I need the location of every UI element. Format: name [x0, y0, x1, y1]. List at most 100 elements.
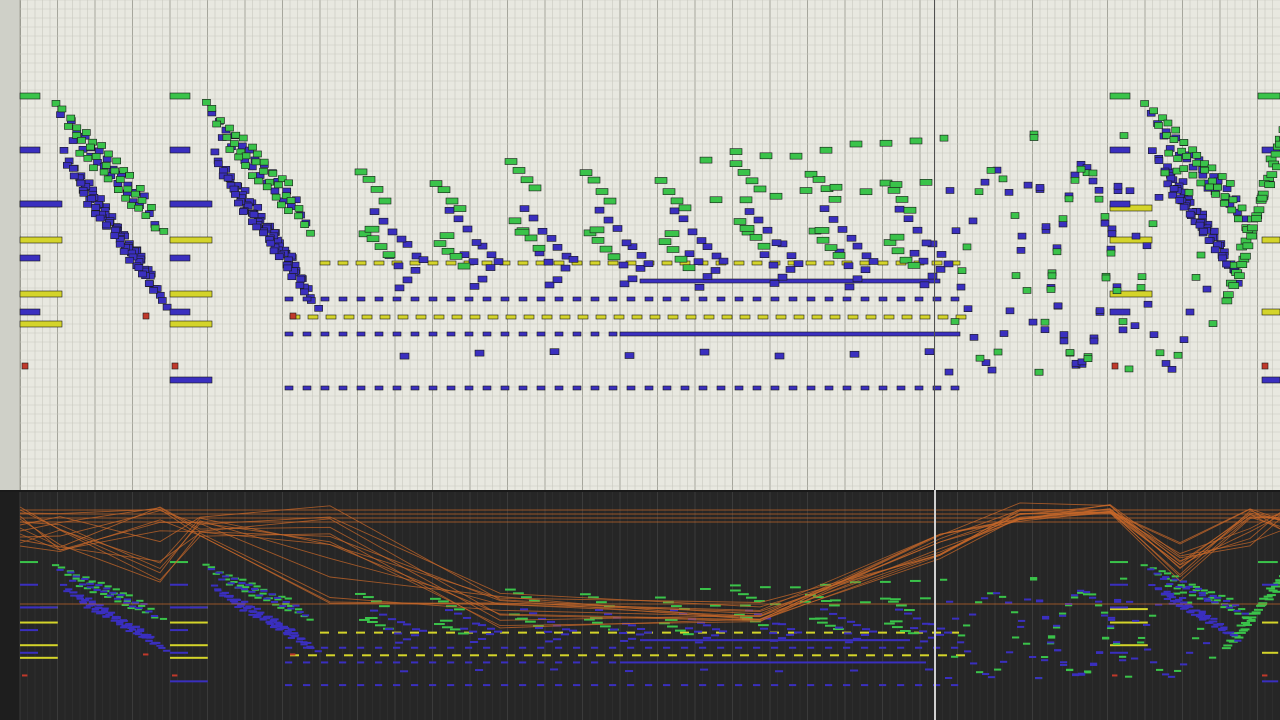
note-green[interactable] — [587, 176, 601, 184]
note-blue[interactable] — [786, 252, 797, 259]
note-blue[interactable] — [612, 225, 623, 232]
note-green[interactable] — [1154, 122, 1163, 129]
note-blue[interactable] — [1210, 227, 1219, 235]
note-green[interactable] — [974, 188, 984, 195]
note-blue[interactable] — [287, 273, 297, 281]
note-blue[interactable] — [950, 385, 960, 391]
note-green[interactable] — [1225, 180, 1235, 187]
note-yellow[interactable] — [829, 314, 841, 320]
note-blue[interactable] — [320, 385, 330, 391]
note-blue[interactable] — [338, 385, 348, 391]
note-blue[interactable] — [1095, 307, 1105, 314]
note-yellow[interactable] — [505, 314, 517, 320]
note-green[interactable] — [123, 185, 133, 193]
note-green[interactable] — [1222, 291, 1234, 298]
note-blue[interactable] — [680, 296, 690, 302]
note-green[interactable] — [670, 197, 684, 205]
note-blue[interactable] — [914, 385, 924, 391]
note-blue[interactable] — [1218, 254, 1227, 262]
note-blue[interactable] — [314, 305, 323, 312]
note-blue[interactable] — [302, 385, 312, 391]
note-blue[interactable] — [716, 296, 726, 302]
note-green[interactable] — [433, 240, 447, 247]
note-blue[interactable] — [1154, 157, 1164, 164]
note-green[interactable] — [1149, 107, 1158, 115]
note-blue[interactable] — [234, 199, 243, 207]
note-green[interactable] — [589, 226, 605, 234]
note-blue[interactable] — [752, 296, 762, 302]
note-blue[interactable] — [544, 281, 555, 289]
note-blue[interactable] — [777, 273, 788, 281]
note-blue[interactable] — [774, 352, 785, 360]
note-blue[interactable] — [1035, 184, 1045, 191]
note-green[interactable] — [1046, 286, 1056, 293]
note-yellow[interactable] — [469, 314, 481, 320]
note-green[interactable] — [1109, 92, 1131, 100]
note-green[interactable] — [103, 175, 113, 183]
note-blue[interactable] — [693, 258, 704, 266]
note-blue[interactable] — [1016, 247, 1026, 254]
note-green[interactable] — [1207, 164, 1217, 172]
note-green[interactable] — [306, 229, 315, 237]
note-green[interactable] — [903, 206, 917, 214]
note-green[interactable] — [77, 137, 86, 144]
note-blue[interactable] — [626, 385, 636, 391]
note-yellow[interactable] — [865, 314, 877, 320]
note-green[interactable] — [1164, 149, 1174, 157]
note-yellow[interactable] — [613, 314, 625, 320]
note-green[interactable] — [674, 255, 688, 263]
note-green[interactable] — [1211, 191, 1220, 198]
note-green[interactable] — [814, 227, 830, 234]
note-green[interactable] — [254, 177, 263, 185]
note-yellow[interactable] — [877, 260, 889, 266]
note-green[interactable] — [131, 190, 140, 198]
note-yellow[interactable] — [1261, 308, 1280, 316]
note-blue[interactable] — [500, 331, 510, 337]
note-green[interactable] — [66, 114, 76, 122]
note-yellow[interactable] — [307, 314, 319, 320]
note-blue[interactable] — [999, 330, 1009, 337]
note-green[interactable] — [753, 185, 767, 193]
note-blue[interactable] — [1107, 230, 1117, 238]
note-blue[interactable] — [134, 264, 144, 271]
note-green[interactable] — [1148, 220, 1158, 228]
note-green[interactable] — [1155, 349, 1165, 357]
note-blue[interactable] — [594, 206, 605, 214]
note-blue[interactable] — [69, 172, 79, 180]
note-blue[interactable] — [392, 331, 402, 337]
note-green[interactable] — [1196, 251, 1206, 259]
note-yellow[interactable] — [751, 260, 763, 266]
note-green[interactable] — [230, 140, 239, 147]
note-blue[interactable] — [464, 385, 474, 391]
note-blue[interactable] — [518, 296, 528, 302]
note-blue[interactable] — [1089, 337, 1099, 345]
note-green[interactable] — [268, 170, 278, 177]
note-green[interactable] — [1011, 272, 1021, 279]
note-blue[interactable] — [396, 235, 407, 243]
note-yellow[interactable] — [901, 314, 913, 320]
note-green[interactable] — [1076, 165, 1086, 173]
note-blue[interactable] — [528, 214, 539, 222]
note-green[interactable] — [709, 196, 723, 204]
note-blue[interactable] — [410, 331, 420, 337]
note-blue[interactable] — [1118, 326, 1128, 334]
note-green[interactable] — [832, 252, 846, 259]
note-green[interactable] — [1184, 189, 1194, 196]
note-blue[interactable] — [518, 331, 528, 337]
note-blue[interactable] — [969, 334, 979, 341]
note-blue[interactable] — [464, 296, 474, 302]
note-blue[interactable] — [1109, 308, 1131, 316]
note-green[interactable] — [251, 158, 261, 166]
note-blue[interactable] — [356, 385, 366, 391]
note-green[interactable] — [859, 188, 873, 196]
note-yellow[interactable] — [823, 260, 835, 266]
note-yellow[interactable] — [427, 260, 439, 266]
note-green[interactable] — [169, 92, 191, 100]
note-blue[interactable] — [477, 275, 488, 283]
note-blue[interactable] — [921, 239, 932, 247]
note-green[interactable] — [520, 176, 534, 184]
note-yellow[interactable] — [325, 314, 337, 320]
note-yellow[interactable] — [607, 260, 619, 266]
note-green[interactable] — [504, 158, 518, 165]
note-green[interactable] — [1029, 134, 1039, 141]
